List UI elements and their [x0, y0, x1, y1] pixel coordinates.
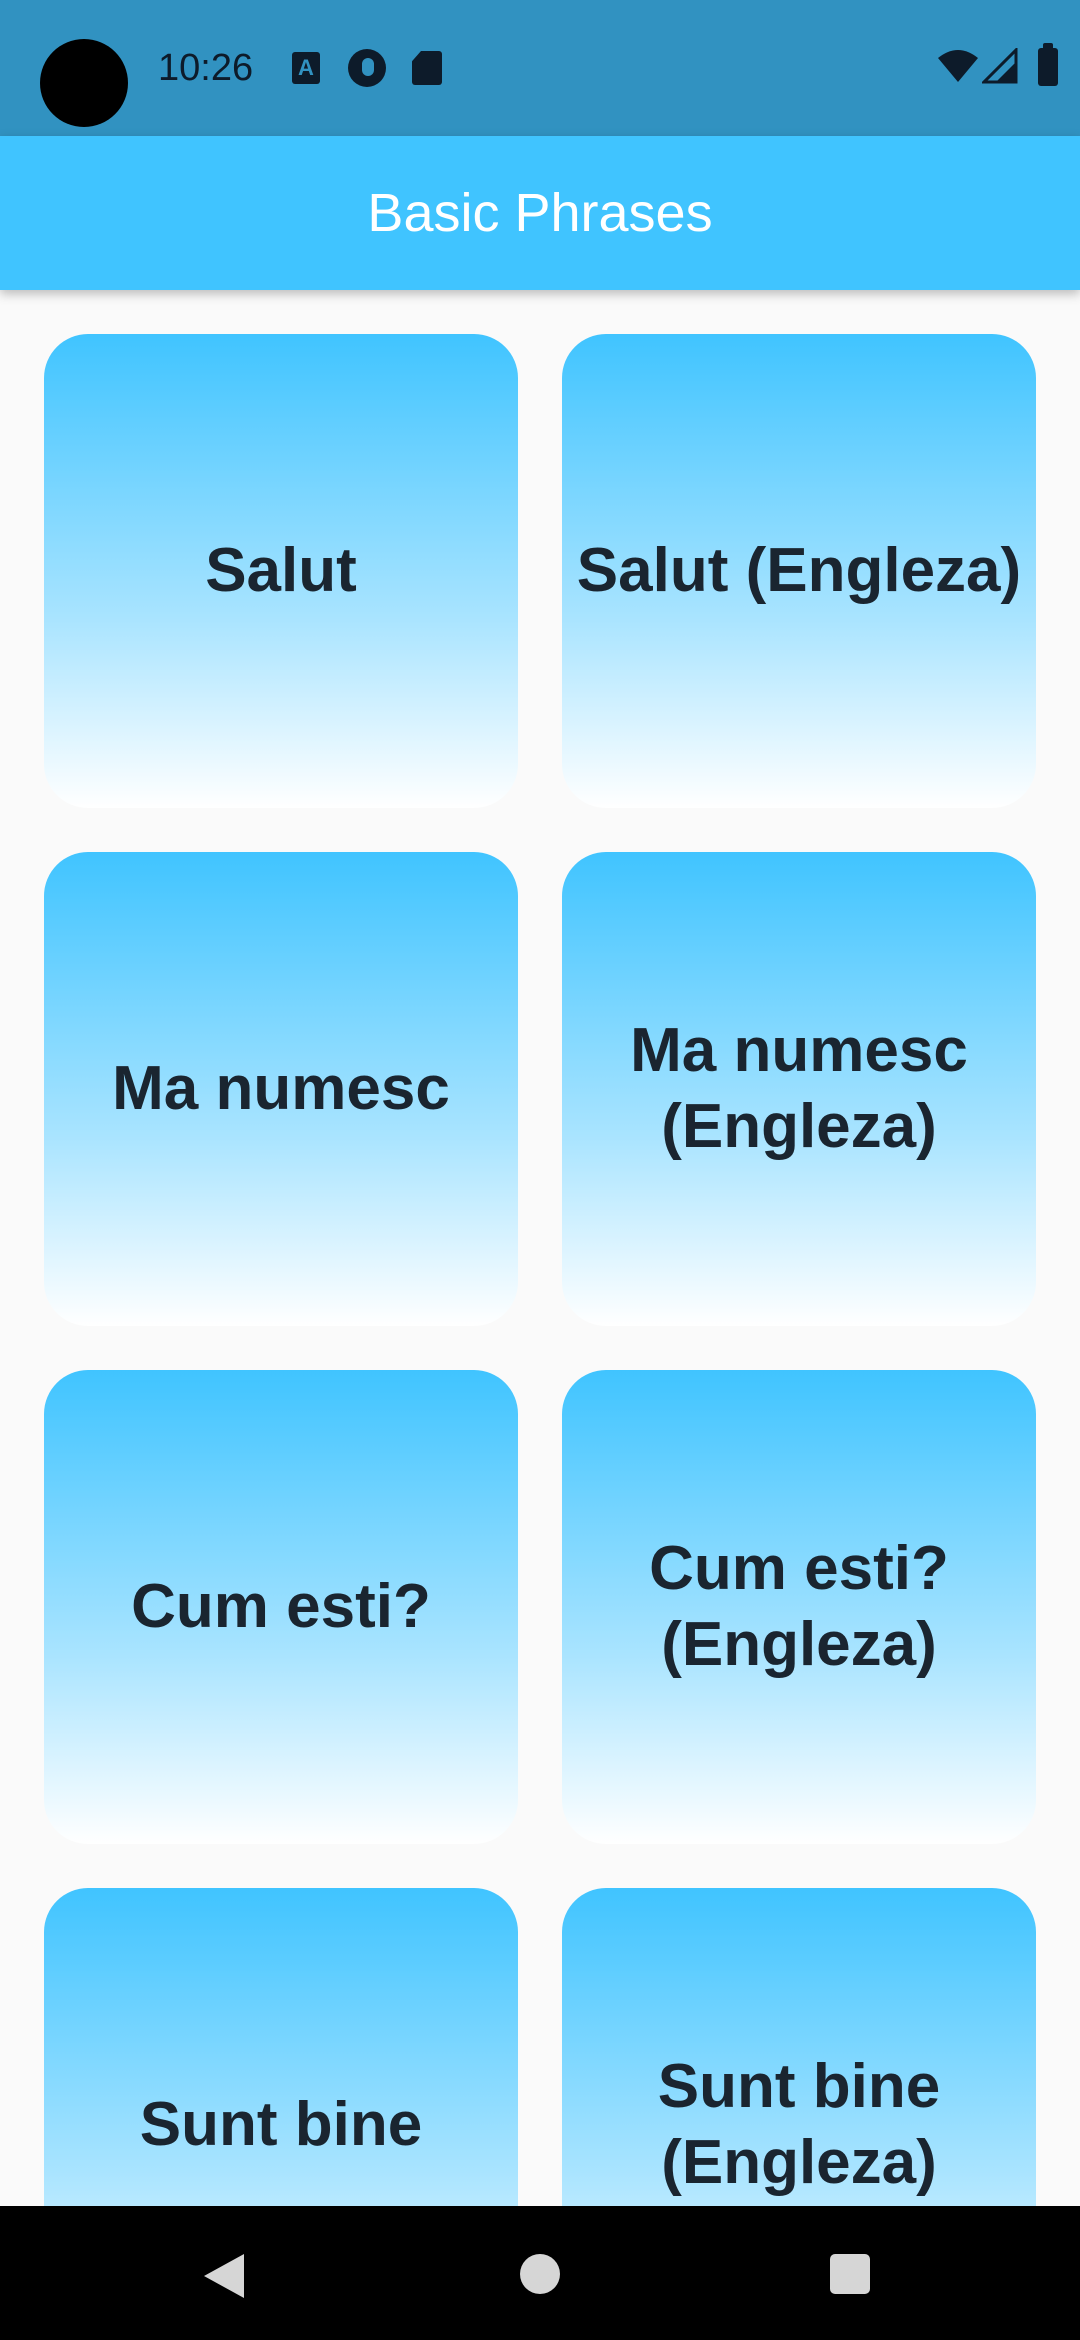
phrase-tile-label: Ma numesc (Engleza): [630, 1016, 968, 1161]
camera-cutout: [40, 39, 128, 127]
phrase-tile-cum-esti-engleza[interactable]: Cum esti? (Engleza): [562, 1370, 1036, 1844]
sd-card-icon: [412, 51, 442, 85]
phrase-tile-label: Salut (Engleza): [576, 536, 1022, 605]
phrase-tile-label: Ma numesc: [112, 1054, 450, 1123]
battery-icon: [1038, 43, 1058, 86]
phrase-tile-label: Cum esti? (Engleza): [649, 1534, 949, 1679]
phrase-tile-label: Sunt bine: [139, 2090, 423, 2159]
p-badge-icon: [348, 49, 386, 87]
phrase-tile-salut-engleza[interactable]: Salut (Engleza): [562, 334, 1036, 808]
app-bar: Basic Phrases: [0, 136, 1080, 290]
phrase-tile-label: Cum esti?: [131, 1572, 431, 1641]
phrase-tile-salut[interactable]: Salut: [44, 334, 518, 808]
status-time: 10:26: [158, 47, 254, 89]
screen: 10:26 A Basic Phrases Salut Salut (Engle…: [0, 0, 1080, 2340]
phrase-tile-cum-esti[interactable]: Cum esti?: [44, 1370, 518, 1844]
phrase-tile-ma-numesc-engleza[interactable]: Ma numesc (Engleza): [562, 852, 1036, 1326]
phrase-tile-ma-numesc[interactable]: Ma numesc: [44, 852, 518, 1326]
phrase-grid: Salut Salut (Engleza) Ma numesc Ma numes…: [44, 334, 1036, 2340]
navigation-bar: [0, 2206, 1080, 2340]
signal-icon: [982, 48, 1018, 84]
text-a-icon: A: [292, 52, 320, 84]
back-icon[interactable]: [204, 2254, 244, 2298]
status-bar: 10:26 A: [0, 0, 1080, 136]
phrase-tile-label: Salut: [205, 536, 357, 605]
page-title: Basic Phrases: [367, 183, 713, 243]
recents-icon[interactable]: [830, 2254, 870, 2294]
wifi-icon: [938, 50, 978, 82]
home-icon[interactable]: [520, 2254, 560, 2294]
phrase-tile-label: Sunt bine (Engleza): [657, 2052, 941, 2197]
